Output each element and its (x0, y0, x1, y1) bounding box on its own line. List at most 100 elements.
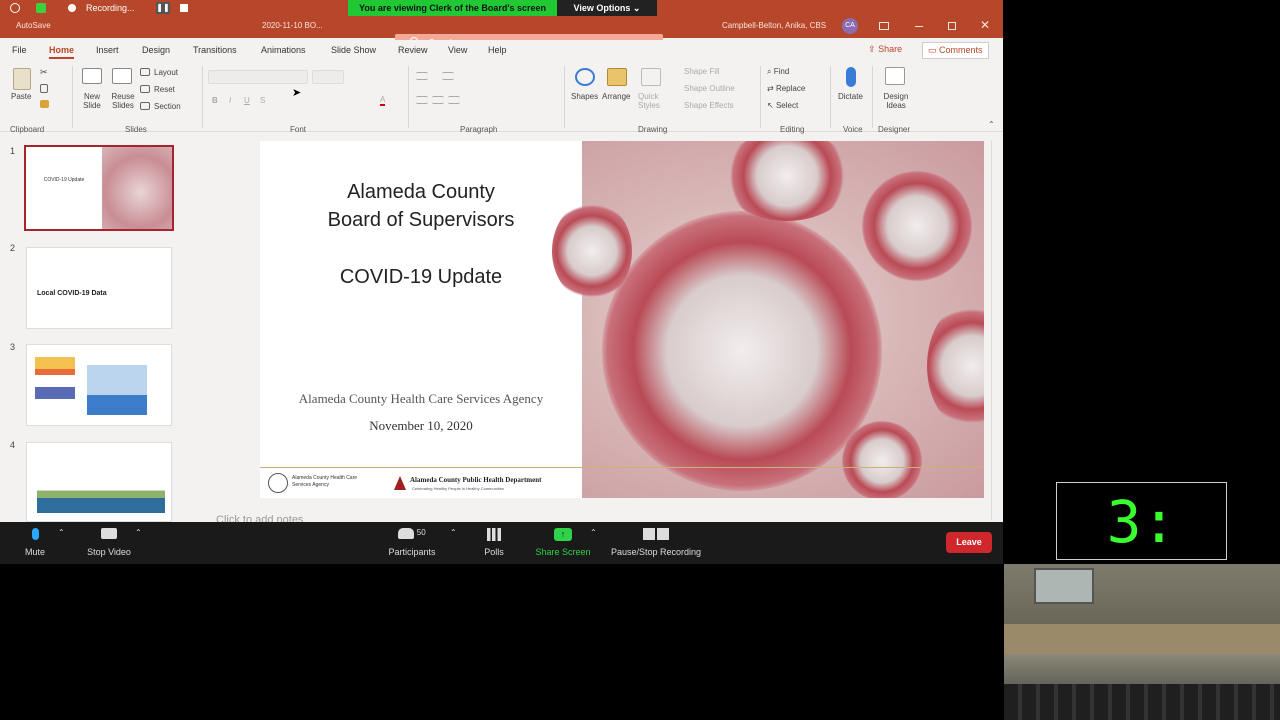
hcsa-logo (268, 473, 288, 493)
ribbon-display-icon[interactable] (879, 22, 889, 30)
participants-button[interactable]: 50 Participants (384, 528, 440, 557)
slide-thumbnail-3[interactable] (26, 344, 172, 426)
font-name-box[interactable] (208, 70, 308, 84)
stop-video-button[interactable]: Stop Video (82, 528, 136, 557)
collapse-ribbon-icon[interactable]: ⌃ (988, 120, 995, 129)
main-slide[interactable]: Alameda County Board of Supervisors COVI… (260, 141, 984, 498)
info-icon[interactable] (10, 3, 20, 13)
menu-view[interactable]: View (448, 45, 467, 55)
filename[interactable]: 2020-11-10 BO... (262, 21, 323, 30)
slide-thumbnail-4[interactable] (26, 442, 172, 522)
minimize-icon[interactable] (915, 26, 923, 27)
paragraph-group-label: Paragraph (460, 125, 498, 134)
thumb-number: 3 (10, 342, 16, 352)
participants-label: Participants (388, 547, 436, 557)
align-left-icon[interactable] (416, 96, 428, 104)
menu-home[interactable]: Home (49, 45, 75, 59)
shapes-label[interactable]: Shapes (571, 92, 598, 101)
participants-icon (398, 528, 415, 539)
italic-icon[interactable]: I (229, 96, 231, 105)
shadow-icon[interactable]: S (260, 96, 265, 105)
arrange-icon[interactable] (607, 68, 627, 86)
close-icon[interactable]: ✕ (980, 18, 990, 32)
shield-icon[interactable] (36, 3, 46, 13)
hcsa-logo-text: Alameda County Health Care Services Agen… (292, 475, 358, 488)
microphone-icon[interactable] (846, 67, 856, 87)
shape-outline-button[interactable]: Shape Outline (684, 84, 735, 93)
new-slide-icon[interactable] (82, 68, 102, 84)
chevron-up-icon[interactable]: ⌃ (590, 528, 597, 537)
align-right-icon[interactable] (448, 96, 460, 104)
view-options-label: View Options (573, 3, 631, 13)
replace-button[interactable]: ⇄ Replace (767, 84, 805, 93)
chevron-up-icon[interactable]: ⌃ (135, 528, 142, 537)
design-ideas-label[interactable]: Design Ideas (881, 92, 911, 110)
quick-styles-icon[interactable] (641, 68, 661, 86)
chevron-up-icon[interactable]: ⌃ (450, 528, 457, 537)
dictate-label[interactable]: Dictate (838, 92, 863, 101)
stop-recording-icon[interactable] (180, 4, 188, 12)
share-button[interactable]: ⇪ Share (868, 44, 902, 55)
slide-thumbnail-1[interactable]: COVID-19 Update (24, 145, 174, 231)
reuse-slides-icon[interactable] (112, 68, 132, 84)
quick-styles-label[interactable]: Quick Styles (638, 92, 668, 110)
arrange-label[interactable]: Arrange (602, 92, 630, 101)
align-center-icon[interactable] (432, 96, 444, 104)
reuse-slides-label[interactable]: Reuse Slides (109, 92, 137, 110)
menu-animations[interactable]: Animations (261, 45, 306, 55)
pause-stop-recording-button[interactable]: Pause/Stop Recording (606, 528, 706, 557)
record-dot-icon (68, 4, 76, 12)
slide-thumbnail-2[interactable]: Local COVID-19 Data (26, 247, 172, 329)
menu-help[interactable]: Help (488, 45, 507, 55)
notes-placeholder[interactable]: Click to add notes (216, 514, 303, 522)
shapes-icon[interactable] (575, 68, 595, 86)
bold-icon[interactable]: B (212, 96, 218, 105)
viewing-banner: You are viewing Clerk of the Board's scr… (348, 0, 557, 16)
menu-review[interactable]: Review (398, 45, 428, 55)
layout-button[interactable]: Layout (154, 68, 178, 77)
cut-icon[interactable]: ✂ (40, 67, 48, 78)
design-ideas-icon[interactable] (885, 67, 905, 85)
polls-button[interactable]: Polls (478, 528, 510, 557)
pause-stop-label: Pause/Stop Recording (610, 547, 702, 557)
numbering-icon[interactable] (442, 72, 454, 80)
underline-icon[interactable]: U (244, 96, 250, 105)
paste-icon[interactable] (13, 68, 31, 90)
mute-button[interactable]: Mute (20, 528, 50, 557)
menu-bar: File Home Insert Design Transitions Anim… (0, 40, 1003, 60)
menu-transitions[interactable]: Transitions (193, 45, 237, 55)
paste-label[interactable]: Paste (11, 92, 31, 101)
vertical-scrollbar[interactable] (991, 140, 1001, 520)
font-color-icon[interactable]: A (380, 95, 386, 106)
menu-insert[interactable]: Insert (96, 45, 119, 55)
autosave-label[interactable]: AutoSave (16, 21, 51, 30)
shape-effects-button[interactable]: Shape Effects (684, 101, 734, 110)
share-screen-button[interactable]: ↑ Share Screen (532, 528, 594, 557)
chevron-up-icon[interactable]: ⌃ (58, 528, 65, 537)
slide-title-line2: Board of Supervisors (327, 209, 515, 231)
reset-button[interactable]: Reset (154, 85, 175, 94)
menu-design[interactable]: Design (142, 45, 170, 55)
section-button[interactable]: Section (154, 102, 181, 111)
comments-button[interactable]: ▭ Comments (922, 42, 989, 59)
thumb-number: 4 (10, 440, 16, 450)
shape-fill-button[interactable]: Shape Fill (684, 67, 720, 76)
restore-icon[interactable] (948, 22, 956, 30)
avatar[interactable]: CA (842, 18, 858, 34)
video-thumbnail[interactable] (1004, 564, 1280, 720)
copy-icon[interactable] (40, 84, 48, 93)
menu-slide-show[interactable]: Slide Show (331, 45, 376, 55)
share-icon: ⇪ (868, 44, 876, 54)
menu-file[interactable]: File (12, 45, 27, 55)
microphone-icon (31, 528, 39, 540)
find-button[interactable]: ⌕ Find (767, 67, 789, 77)
new-slide-label[interactable]: New Slide (78, 92, 106, 110)
bullets-icon[interactable] (416, 72, 428, 80)
pause-recording-icon[interactable]: ❚❚ (156, 2, 170, 14)
select-button[interactable]: ↖ Select (767, 101, 798, 110)
view-options-button[interactable]: View Options ⌄ (557, 0, 657, 16)
select-icon: ↖ (767, 101, 774, 110)
format-painter-icon[interactable] (40, 100, 49, 108)
leave-button[interactable]: Leave (946, 532, 992, 553)
font-size-box[interactable] (312, 70, 344, 84)
